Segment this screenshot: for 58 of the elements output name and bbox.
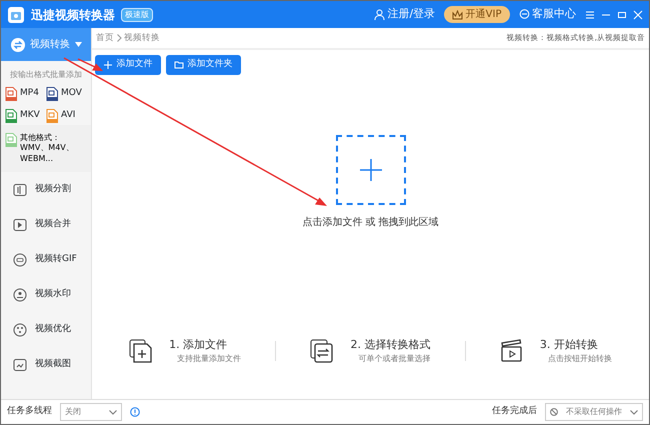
- multithread-select[interactable]: 关闭: [60, 403, 122, 421]
- optimize-icon: [13, 322, 27, 337]
- sidebar-item[interactable]: 视频合并: [1, 207, 91, 242]
- drop-zone-text: 点击添加文件 或 拖拽到此区域: [302, 216, 439, 230]
- clapperboard-icon: [500, 339, 524, 363]
- chevron-down-icon: [109, 410, 117, 414]
- caret-icon: [75, 42, 82, 47]
- plus-icon: [102, 60, 112, 70]
- folder-icon: [174, 60, 184, 70]
- format-button[interactable]: MKV: [5, 109, 46, 123]
- drop-zone[interactable]: [336, 135, 406, 206]
- sidebar-item[interactable]: 视频优化: [1, 312, 91, 348]
- split-icon: [13, 182, 27, 197]
- prohibited-icon: [550, 408, 558, 416]
- sidebar-item[interactable]: 视频分割: [1, 172, 91, 208]
- format-button[interactable]: MP4: [5, 87, 46, 101]
- watermark-icon: [13, 288, 27, 302]
- add-folder-button[interactable]: 添加文件夹: [166, 55, 240, 74]
- merge-icon: [13, 218, 27, 232]
- breadcrumb-link[interactable]: 首页: [96, 32, 114, 44]
- step-subtitle: 可单个或者批量选择: [357, 353, 430, 366]
- support-link[interactable]: 客服中心: [516, 6, 579, 23]
- step-title: 3. 开始转换: [540, 336, 599, 353]
- add-file-icon: [129, 339, 154, 363]
- breadcrumb-current: 视频转换: [124, 32, 160, 44]
- multithread-label: 任务多线程: [7, 405, 52, 418]
- step-title: 1. 添加文件: [169, 336, 228, 353]
- sidebar-item[interactable]: 视频转GIF: [1, 242, 91, 278]
- add-file-button[interactable]: 添加文件: [94, 55, 160, 74]
- menu-icon[interactable]: [585, 10, 595, 20]
- info-icon: [130, 407, 140, 417]
- maximize-icon[interactable]: [617, 10, 627, 20]
- chevron-right-icon: [116, 34, 122, 42]
- other-formats-button[interactable]: 其他格式：WMV、M4V、WEBM...: [1, 125, 91, 172]
- format-button[interactable]: MOV: [46, 87, 87, 101]
- vip-button[interactable]: 开通VIP: [444, 6, 510, 23]
- chevron-down-icon: [630, 410, 638, 414]
- step-title: 2. 选择转换格式: [350, 336, 430, 353]
- close-icon[interactable]: [633, 10, 643, 20]
- edition-badge: 极速版: [121, 8, 153, 22]
- swap-circle-icon: [11, 38, 25, 52]
- plus-icon: [360, 159, 382, 182]
- format-hint: 按输出格式批量添加: [9, 69, 83, 81]
- window-title: 迅捷视频转换器: [31, 6, 115, 24]
- format-button[interactable]: AVI: [46, 109, 87, 123]
- login-link[interactable]: 注册/登录: [370, 6, 438, 23]
- after-task-select[interactable]: 不采取任何操作: [545, 403, 643, 421]
- screenshot-icon: [13, 358, 27, 372]
- app-logo-icon: [7, 6, 25, 24]
- swap-documents-icon: [310, 339, 334, 363]
- step-subtitle: 支持批量添加文件: [176, 353, 242, 366]
- after-task-label: 任务完成后: [492, 405, 537, 418]
- sidebar-item[interactable]: 视频水印: [1, 277, 91, 312]
- user-icon: [374, 9, 385, 20]
- gif-icon: [13, 252, 27, 267]
- crown-icon: [452, 10, 464, 20]
- sidebar-item[interactable]: 视频截图: [1, 347, 91, 382]
- step-subtitle: 点击按钮开始转换: [546, 353, 612, 366]
